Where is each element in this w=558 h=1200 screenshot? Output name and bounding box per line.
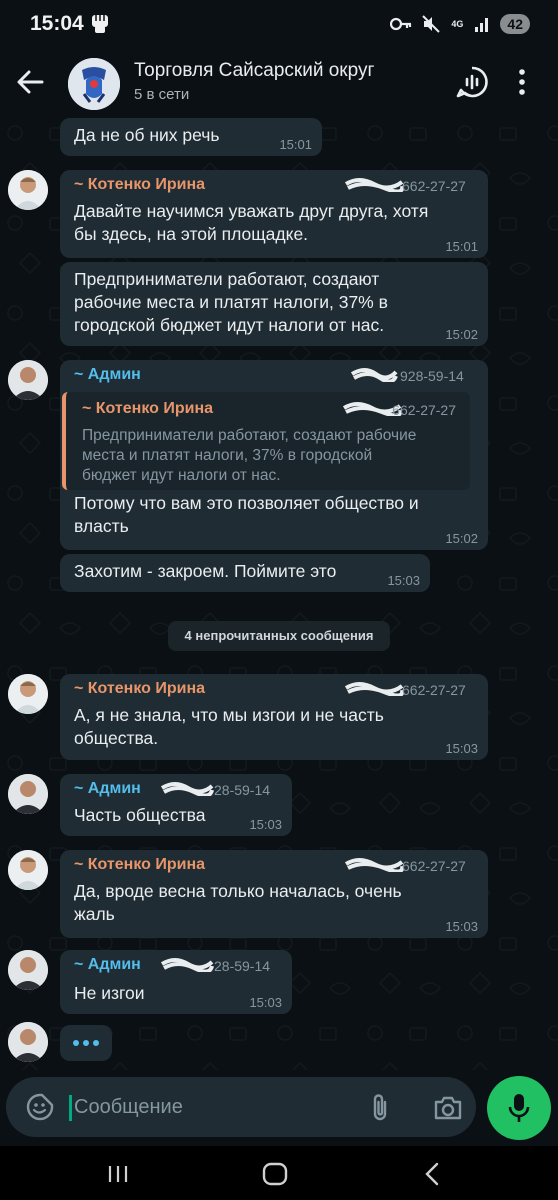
typing-dot: [73, 1040, 79, 1046]
typing-dot: [83, 1040, 89, 1046]
message-text: Захотим - закроем. Поймите это: [74, 561, 337, 581]
avatar-admin[interactable]: [8, 1022, 48, 1062]
message-text: Предприниматели работают, создают рабочи…: [74, 269, 388, 335]
sender-name[interactable]: ~ Котенко Ирина: [74, 680, 205, 698]
redaction-scribble: [160, 782, 214, 796]
message-time: 15:03: [249, 817, 282, 832]
camera-icon[interactable]: [433, 1095, 463, 1121]
redaction-scribble: [344, 858, 404, 872]
message-text: Часть общества: [74, 805, 206, 825]
sender-name[interactable]: ~ Котенко Ирина: [74, 856, 205, 874]
sender-name[interactable]: ~ Админ: [74, 780, 141, 798]
composer-bar: [0, 1070, 558, 1146]
message-text: Да не об них речь: [74, 125, 220, 145]
group-avatar[interactable]: [68, 58, 120, 110]
back-arrow-icon[interactable]: [16, 68, 44, 96]
sender-phone: 28-59-14: [214, 958, 271, 974]
avatar-irina[interactable]: [8, 850, 48, 890]
sticker-icon[interactable]: [26, 1093, 54, 1121]
message-bubble[interactable]: ~ Админ 28-59-14 Не изгои 15:03: [60, 950, 292, 1014]
text-caret: [69, 1095, 72, 1121]
message-bubble[interactable]: Захотим - закроем. Поймите это 15:03: [60, 554, 430, 592]
typing-dot: [93, 1040, 99, 1046]
avatar-irina[interactable]: [8, 674, 48, 714]
paperclip-icon[interactable]: [369, 1093, 391, 1123]
sender-name[interactable]: ~ Админ: [74, 366, 141, 384]
composer-field[interactable]: [6, 1077, 476, 1137]
chat-header: Торговля Сайсарский округ 5 в сети: [0, 50, 558, 118]
online-count: 5 в сети: [134, 86, 190, 103]
sender-name[interactable]: ~ Котенко Ирина: [74, 176, 205, 194]
back-icon[interactable]: [424, 1162, 440, 1186]
avatar-admin[interactable]: [8, 950, 48, 990]
more-vert-icon[interactable]: [516, 68, 528, 96]
message-text: Потому что вам это позволяет общество и …: [74, 493, 419, 536]
home-icon[interactable]: [262, 1162, 288, 1186]
message-time: 15:03: [445, 741, 478, 756]
message-time: 15:02: [445, 531, 478, 546]
fist-icon: [92, 15, 108, 33]
chat-title[interactable]: Торговля Сайсарский округ: [134, 60, 374, 82]
avatar-admin[interactable]: [8, 774, 48, 814]
message-text: Да, вроде весна только началась, очень ж…: [74, 881, 402, 924]
message-list[interactable]: Да не об них речь 15:01 ~ Котенко Ирина …: [0, 118, 558, 1070]
message-bubble[interactable]: ~ Админ 28-59-14 Часть общества 15:03: [60, 774, 292, 836]
signal-icon: [475, 18, 489, 32]
message-time: 15:03: [249, 995, 282, 1010]
avatar-admin[interactable]: [8, 360, 48, 400]
sender-phone: 662-27-27: [402, 858, 466, 874]
message-time: 15:03: [445, 919, 478, 934]
redaction-scribble: [160, 958, 214, 972]
quoted-sender: ~ Котенко Ирина: [82, 400, 214, 417]
network-type: 4G: [451, 18, 464, 29]
sender-phone: 928-59-14: [400, 368, 464, 384]
battery-level: 42: [500, 14, 530, 34]
message-bubble[interactable]: ~ Котенко Ирина 662-27-27 Да, вроде весн…: [60, 850, 488, 938]
message-time: 15:03: [387, 573, 420, 588]
message-time: 15:01: [279, 137, 312, 152]
recent-apps-icon[interactable]: [106, 1164, 130, 1184]
sender-name[interactable]: ~ Админ: [74, 956, 141, 974]
quoted-phone: 662-27-27: [392, 402, 456, 418]
message-text: Давайте научимся уважать друг друга, хот…: [74, 201, 429, 244]
message-bubble[interactable]: ~ Котенко Ирина 662-27-27 А, я не знала,…: [60, 674, 488, 760]
message-time: 15:02: [445, 327, 478, 342]
message-bubble[interactable]: Да не об них речь 15:01: [60, 118, 322, 156]
status-bar: 15:04 4G 42: [0, 0, 558, 50]
message-bubble[interactable]: Предприниматели работают, создают рабочи…: [60, 262, 488, 346]
redaction-scribble: [344, 682, 404, 696]
mic-icon: [508, 1094, 530, 1122]
message-text: А, я не знала, что мы изгои и не часть о…: [74, 705, 384, 748]
mic-button[interactable]: [487, 1076, 551, 1140]
quoted-message[interactable]: ~ Котенко Ирина 662-27-27 Предпринимател…: [62, 392, 470, 490]
message-input[interactable]: [74, 1089, 354, 1125]
message-time: 15:01: [445, 239, 478, 254]
voice-chat-icon[interactable]: [456, 66, 488, 98]
redaction-scribble: [344, 178, 404, 192]
sender-phone: 662-27-27: [402, 682, 466, 698]
sender-phone: 28-59-14: [214, 782, 271, 798]
redaction-scribble: [350, 368, 398, 382]
quoted-text: Предприниматели работают, создают рабочи…: [82, 427, 417, 484]
system-nav-bar: [0, 1146, 558, 1200]
message-bubble[interactable]: ~ Котенко Ирина 662-27-27 Давайте научим…: [60, 170, 488, 258]
key-icon: [390, 17, 412, 31]
unread-divider: 4 непрочитанных сообщения: [168, 621, 390, 651]
sender-phone: 662-27-27: [402, 178, 466, 194]
typing-indicator: [60, 1025, 112, 1061]
status-time: 15:04: [30, 12, 84, 35]
avatar-irina[interactable]: [8, 170, 48, 210]
message-text: Не изгои: [74, 983, 145, 1003]
mute-icon: [422, 15, 441, 33]
